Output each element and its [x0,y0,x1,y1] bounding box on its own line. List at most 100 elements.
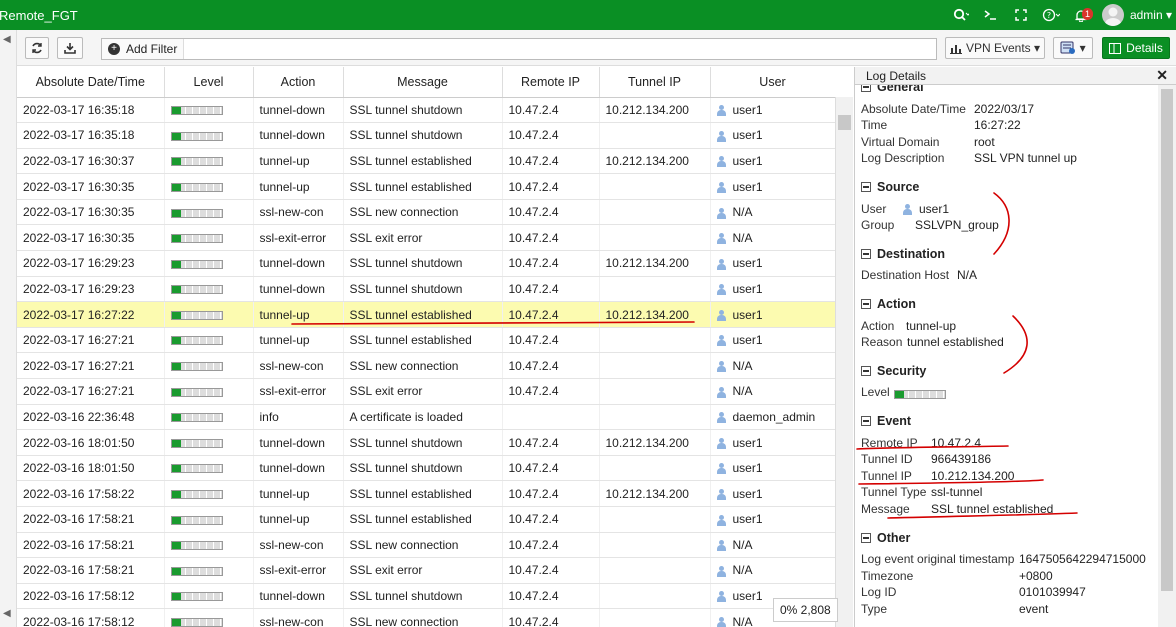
panel-scrollbar[interactable] [1158,85,1176,627]
table-row[interactable]: 2022-03-17 16:30:35 ssl-exit-error SSL exi… [17,224,835,252]
cell-action: ssl-exit-error [253,557,344,584]
level-meter [894,390,946,400]
collapse-icon[interactable] [861,249,871,259]
cell-datetime: 2022-03-17 16:27:21 [17,327,165,354]
cell-remote-ip: 10.47.2.4 [502,532,600,559]
field-log-description: Log Description SSL VPN tunnel up [861,151,1077,165]
table-row[interactable]: 2022-03-16 18:01:50 tunnel-down SSL tunnel… [17,455,835,482]
collapse-icon[interactable] [861,533,871,543]
left-nav-collapse-strip[interactable]: ◀ ◀ [0,30,17,627]
cell-message: SSL exit error [343,378,503,405]
table-row[interactable]: 2022-03-17 16:27:21 ssl-exit-error SSL exi… [17,378,835,405]
table-row[interactable]: 2022-03-17 16:29:23 tunnel-down SSL tunnel… [17,276,835,303]
table-row[interactable]: 2022-03-16 17:58:12 ssl-new-con SSL new co… [17,608,835,627]
table-row[interactable]: 2022-03-17 16:27:21 ssl-new-con SSL new co… [17,352,835,380]
section-other[interactable]: Other [861,531,910,545]
cell-action: tunnel-down [253,250,344,277]
database-icon [1060,41,1076,54]
vpn-events-dropdown[interactable]: VPN Events ▾ [945,37,1045,59]
filter-bar[interactable]: + Add Filter [101,38,937,60]
search-icon[interactable] [946,0,976,30]
section-source[interactable]: Source [861,180,919,194]
fullscreen-icon[interactable] [1006,0,1036,30]
section-security[interactable]: Security [861,364,926,378]
cell-action: ssl-exit-error [253,224,344,252]
avatar[interactable] [1101,4,1124,26]
table-scrollbar[interactable] [835,97,853,627]
user-menu[interactable]: admin ▾ [1130,8,1172,22]
table-row[interactable]: 2022-03-16 17:58:22 tunnel-up SSL tunnel e… [17,480,835,507]
table-row[interactable]: 2022-03-17 16:27:22 tunnel-up SSL tunnel e… [17,301,835,328]
cell-message: SSL tunnel shutdown [343,583,503,610]
section-destination[interactable]: Destination [861,247,945,261]
table-row[interactable]: 2022-03-17 16:27:21 tunnel-up SSL tunnel e… [17,327,835,354]
cell-user: user1 [710,97,835,124]
table-row[interactable]: 2022-03-16 17:58:12 tunnel-down SSL tunnel… [17,583,835,610]
field-type: Type event [861,602,1049,616]
refresh-button[interactable] [25,37,49,59]
table-row[interactable]: 2022-03-16 22:36:48 info A certificate is … [17,404,835,431]
cell-tunnel-ip: 10.212.134.200 [599,480,711,507]
cell-user: user1 [710,327,835,354]
collapse-icon[interactable] [861,85,871,92]
table-row[interactable]: 2022-03-16 18:01:50 tunnel-down SSL tunnel… [17,429,835,456]
section-action[interactable]: Action [861,297,916,311]
column-header-tunnel-ip[interactable]: Tunnel IP [599,67,711,98]
cell-user: user1 [710,276,835,303]
cell-tunnel-ip: 10.212.134.200 [599,97,711,124]
collapse-icon[interactable] [861,299,871,309]
table-row[interactable]: 2022-03-17 16:30:35 ssl-new-con SSL new co… [17,199,835,226]
cell-remote-ip: 10.47.2.4 [502,506,600,533]
level-meter [170,106,223,116]
section-general[interactable]: General [861,85,924,94]
download-button[interactable] [57,37,83,59]
scrollbar-thumb[interactable] [838,115,851,130]
cell-level [164,122,254,149]
help-icon[interactable]: ? [1036,0,1066,30]
table-row[interactable]: 2022-03-16 17:58:21 ssl-exit-error SSL exi… [17,557,835,584]
cell-tunnel-ip [599,327,711,354]
details-button[interactable]: Details [1102,37,1170,59]
field-virtual-domain: Virtual Domain root [861,135,995,149]
cell-message: SSL tunnel shutdown [343,276,503,303]
notification-bell-icon[interactable]: 1 [1066,0,1096,30]
cell-level [164,455,254,482]
cell-user: N/A [710,557,835,584]
column-header-user[interactable]: User [710,67,835,98]
scroll-down-icon[interactable]: ◀ [3,608,11,619]
cell-datetime: 2022-03-16 18:01:50 [17,429,165,456]
table-row[interactable]: 2022-03-17 16:30:37 tunnel-up SSL tunnel e… [17,148,835,175]
user-icon [716,284,726,296]
column-header-message[interactable]: Message [343,67,503,98]
cell-tunnel-ip: 10.212.134.200 [599,148,711,175]
log-source-dropdown[interactable]: ▾ [1053,37,1093,59]
cell-message: SSL tunnel shutdown [343,122,503,149]
column-header-remote-ip[interactable]: Remote IP [502,67,600,98]
field-tunnel-type: Tunnel Type ssl-tunnel [861,485,983,499]
table-row[interactable]: 2022-03-17 16:35:18 tunnel-down SSL tunnel… [17,97,835,124]
collapse-icon[interactable] [861,182,871,192]
collapse-icon[interactable] [861,366,871,376]
cell-datetime: 2022-03-17 16:30:35 [17,199,165,226]
cli-console-icon[interactable] [976,0,1006,30]
collapse-icon[interactable] [861,416,871,426]
table-row[interactable]: 2022-03-16 17:58:21 ssl-new-con SSL new co… [17,532,835,559]
table-row[interactable]: 2022-03-17 16:35:18 tunnel-down SSL tunnel… [17,122,835,149]
column-header-level[interactable]: Level [164,67,254,98]
cell-message: SSL tunnel shutdown [343,429,503,456]
level-meter [170,285,223,295]
table-row[interactable]: 2022-03-17 16:29:23 tunnel-down SSL tunnel… [17,250,835,277]
column-header-datetime[interactable]: Absolute Date/Time [17,67,165,98]
scrollbar-thumb[interactable] [1161,89,1173,591]
section-event[interactable]: Event [861,414,911,428]
add-filter-button[interactable]: + Add Filter [102,39,185,59]
scroll-up-icon[interactable]: ◀ [3,34,11,45]
table-row[interactable]: 2022-03-16 17:58:21 tunnel-up SSL tunnel e… [17,506,835,533]
table-row[interactable]: 2022-03-17 16:30:35 tunnel-up SSL tunnel e… [17,173,835,200]
cell-user: user1 [710,506,835,533]
column-header-action[interactable]: Action [253,67,344,98]
level-meter [170,464,223,474]
cell-action: tunnel-up [253,480,344,507]
close-icon[interactable]: ✕ [1156,67,1168,84]
level-meter [170,438,223,448]
